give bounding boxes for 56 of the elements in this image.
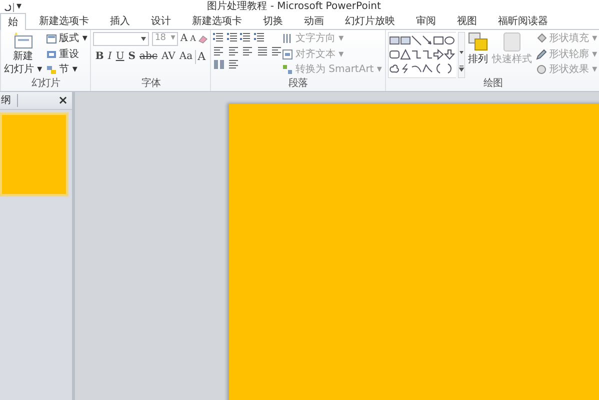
eraser-icon bbox=[198, 34, 208, 44]
ribbon-tab[interactable]: 动画 bbox=[296, 13, 332, 29]
ribbon-tab[interactable]: 设计 bbox=[143, 13, 179, 29]
arrange-button[interactable]: 排列 bbox=[466, 32, 489, 78]
new-slide-icon bbox=[13, 32, 34, 50]
align-left-icon bbox=[213, 46, 226, 56]
format-button[interactable]: B bbox=[93, 50, 106, 64]
font-name-field[interactable] bbox=[93, 32, 150, 46]
caret-icon bbox=[141, 37, 146, 41]
shrink-font-button[interactable]: A bbox=[190, 32, 196, 46]
ribbon-tab[interactable]: 新建选项卡 bbox=[31, 13, 97, 29]
format-button[interactable]: I bbox=[106, 50, 114, 64]
format-button[interactable]: Aa bbox=[177, 50, 195, 64]
reset-icon bbox=[46, 49, 58, 59]
grow-font-button[interactable]: A bbox=[180, 32, 188, 46]
ribbon-tab[interactable]: 新建选项卡 bbox=[184, 13, 250, 29]
smartart-icon bbox=[282, 64, 294, 75]
slide-thumbnail[interactable] bbox=[0, 113, 68, 196]
group-label: 字体 bbox=[140, 78, 162, 91]
format-button[interactable]: abc bbox=[137, 50, 160, 64]
align-center-icon bbox=[228, 46, 240, 56]
layout-icon bbox=[46, 34, 58, 44]
close-button[interactable]: × bbox=[56, 94, 69, 107]
ribbon-tab[interactable]: 幻灯片放映 bbox=[337, 13, 403, 29]
slide-tool-button[interactable]: 重设 bbox=[45, 48, 88, 60]
window-title: 图片处理教程 - Microsoft PowerPoint bbox=[206, 0, 382, 14]
ribbon-tab[interactable]: 视图 bbox=[449, 13, 485, 29]
pencil-icon bbox=[536, 48, 547, 60]
new-slide-button[interactable]: 新建 幻灯片 ▾ bbox=[3, 32, 44, 78]
justify-icon bbox=[256, 46, 269, 56]
customize-caret[interactable]: ▾ bbox=[16, 0, 22, 14]
align-right-icon bbox=[242, 46, 254, 56]
format-button[interactable]: AV bbox=[159, 50, 178, 64]
group-label: 幻灯片 bbox=[30, 78, 62, 91]
outline-tab[interactable]: 纲 bbox=[0, 94, 18, 107]
format-button[interactable]: U bbox=[114, 50, 126, 64]
shapes-gallery[interactable] bbox=[388, 32, 456, 78]
group-label: 段落 bbox=[288, 78, 309, 91]
ribbon-tab[interactable]: 审阅 bbox=[408, 13, 444, 29]
line-spacing-icon bbox=[228, 59, 240, 70]
slide-tool-button[interactable]: 节 ▾ bbox=[45, 63, 88, 76]
bullets-icon bbox=[213, 32, 224, 43]
section-icon bbox=[46, 64, 58, 74]
columns-icon bbox=[213, 59, 226, 70]
format-button[interactable]: S bbox=[126, 50, 138, 64]
group-label: 绘图 bbox=[482, 78, 504, 91]
slide-tool-button[interactable]: 版式 ▾ bbox=[45, 32, 88, 45]
ribbon-tab[interactable]: 始 bbox=[0, 13, 26, 30]
format-button[interactable]: A bbox=[194, 50, 208, 64]
ribbon-tab[interactable]: 福昕阅读器 bbox=[490, 13, 556, 29]
qat-separator bbox=[13, 2, 14, 12]
undo-icon bbox=[2, 3, 10, 11]
ribbon-tab[interactable]: 插入 bbox=[102, 13, 138, 29]
align-text-icon bbox=[282, 48, 294, 60]
arrange-icon bbox=[468, 32, 488, 52]
ribbon-tab[interactable]: 切换 bbox=[255, 13, 291, 29]
